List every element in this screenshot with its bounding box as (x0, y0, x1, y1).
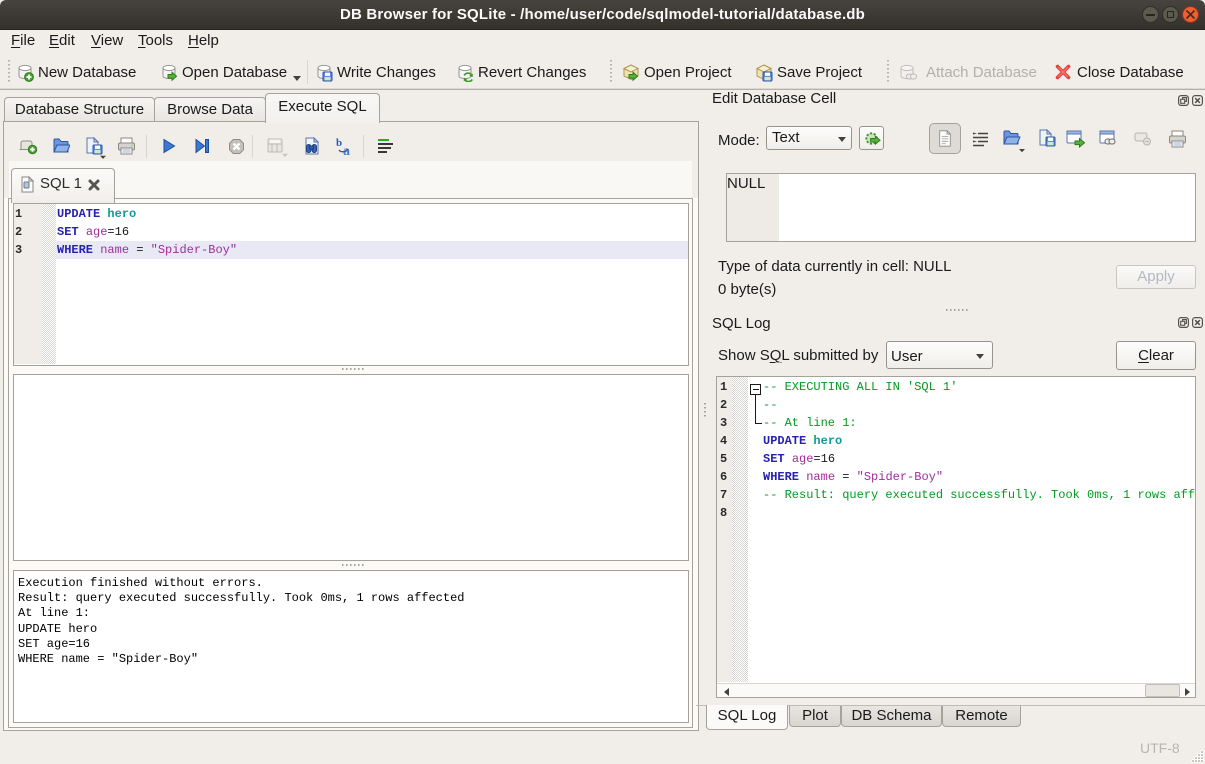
svg-text:b: b (336, 137, 342, 149)
